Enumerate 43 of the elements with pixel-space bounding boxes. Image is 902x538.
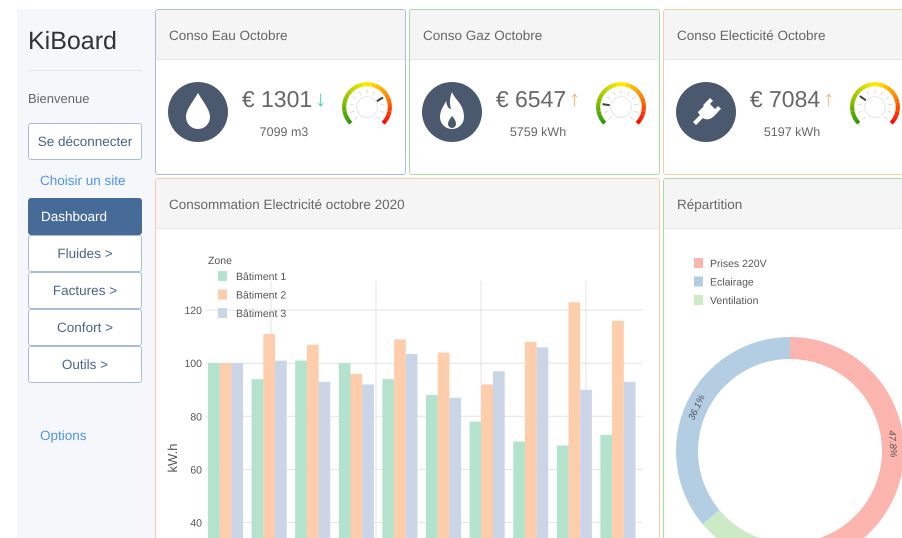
gauge-drawing [596, 82, 646, 125]
legend-label: Bâtiment 3 [236, 308, 286, 320]
nav-item[interactable]: Outils > [28, 346, 142, 383]
amount-value: € 1301 [242, 86, 312, 112]
legend-label: Bâtiment 1 [236, 271, 286, 283]
quantity-value: 5197 kWh [764, 124, 820, 138]
legend-label: Prises 220V [710, 258, 767, 270]
amount-value: € 7084 [750, 86, 820, 112]
trend-arrow: ↑ [823, 86, 834, 112]
greeting-text: Bienvenue [28, 91, 90, 106]
nav-item[interactable]: Fluides > [28, 235, 142, 272]
axis-label: kW.h [165, 444, 180, 472]
axis-tick-label: 100 [184, 358, 202, 370]
quantity-value: 5759 kWh [510, 124, 566, 138]
quantity-value: 7099 m3 [260, 124, 308, 138]
panel-title: Répartition [664, 179, 902, 229]
legend-title: Zone [208, 255, 232, 267]
legend-label: Ventilation [710, 295, 758, 307]
flame-icon [422, 82, 482, 142]
trend-arrow: ↑ [569, 86, 580, 112]
panel-title: Consommation Electricité octobre 2020 [156, 179, 659, 229]
water-drop-icon [168, 82, 228, 142]
legend-label: Eclairage [710, 276, 754, 288]
legend-label: Bâtiment 2 [236, 290, 286, 302]
brand-title: KiBoard [28, 27, 118, 57]
logout-button[interactable]: Se déconnecter [28, 123, 142, 160]
gauge-drawing [342, 82, 392, 125]
data-label: 36.1% [686, 393, 708, 422]
amount-value: € 6547 [496, 86, 566, 112]
card-title: Conso Gaz Octobre [410, 10, 659, 60]
data-label: 47.8% [886, 430, 899, 458]
card-title: Conso Electicité Octobre [664, 10, 902, 60]
plug-icon [676, 82, 736, 142]
nav-item[interactable]: Confort > [28, 309, 142, 346]
axis-tick-label: 120 [184, 305, 202, 318]
axis-tick-label: 80 [190, 411, 202, 424]
card-title: Conso Eau Octobre [156, 10, 405, 60]
nav-item[interactable]: Factures > [28, 272, 142, 309]
gauge-drawing [850, 82, 900, 125]
trend-arrow: ↓ [315, 86, 326, 112]
axis-tick-label: 60 [190, 464, 202, 476]
axis-tick-label: 40 [190, 517, 202, 530]
nav-item[interactable]: Dashboard [28, 198, 142, 235]
